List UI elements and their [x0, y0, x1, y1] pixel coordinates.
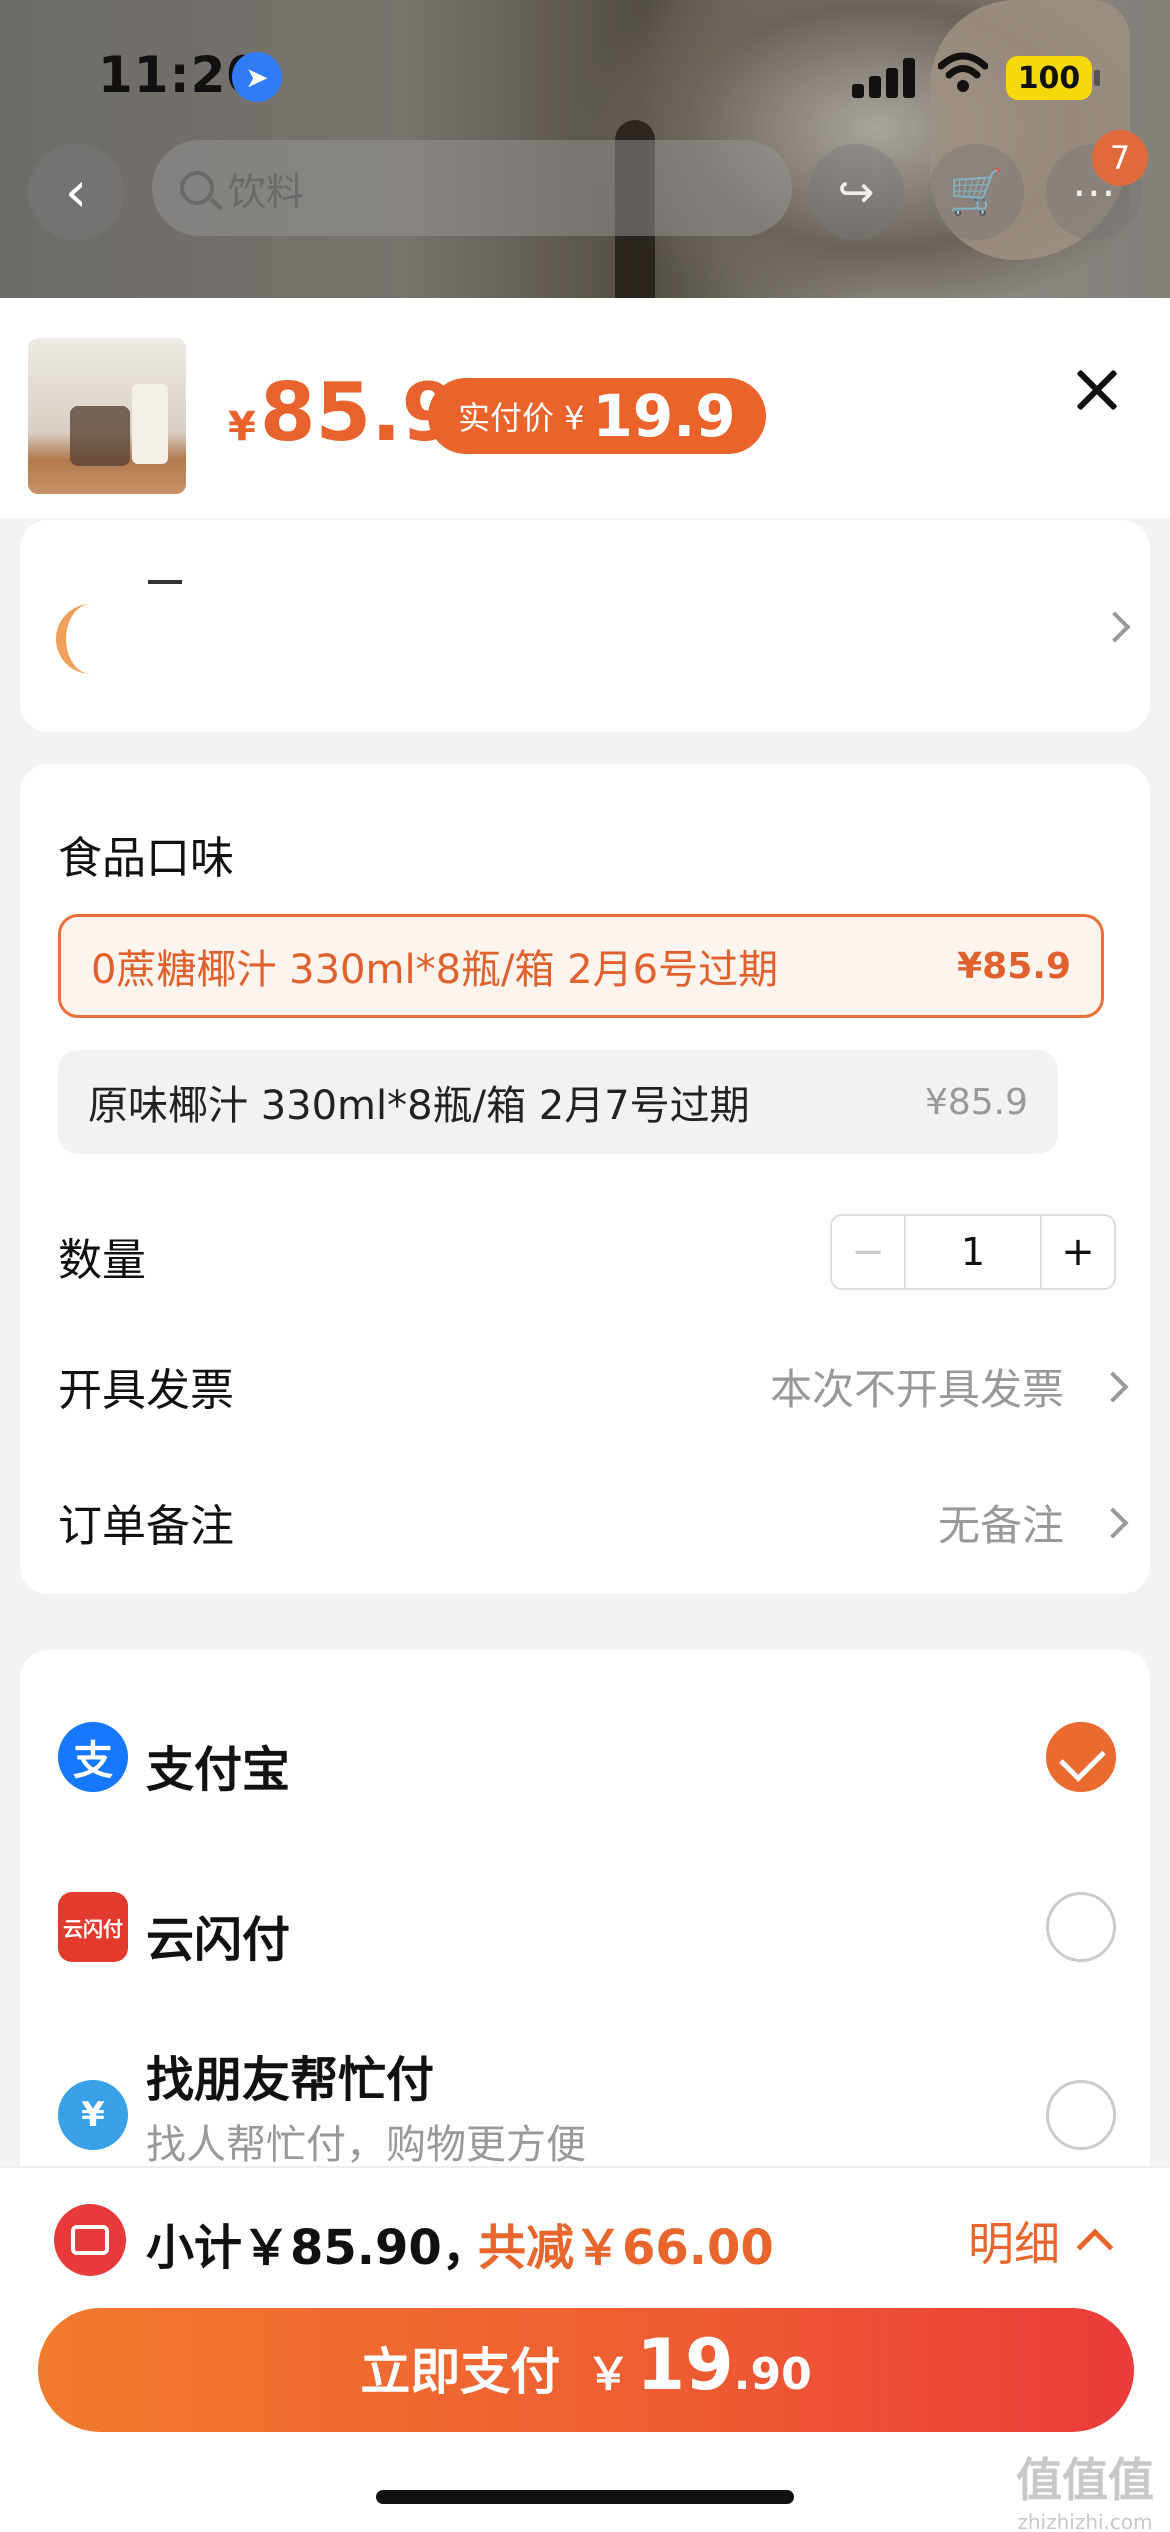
- remark-value: 无备注: [937, 1501, 1064, 1550]
- alipay-icon: 支: [58, 1722, 128, 1792]
- payment-method-unionpay[interactable]: 云闪付 云闪付: [20, 1856, 1150, 1996]
- pay-button-label: 立即支付: [360, 2343, 561, 2401]
- quantity-minus-button[interactable]: −: [832, 1216, 906, 1288]
- address-card[interactable]: [20, 520, 1150, 732]
- payment-method-name: 支付宝: [146, 1742, 291, 1798]
- cart-button[interactable]: 🛒: [928, 144, 1024, 240]
- cart-icon: 🛒: [948, 167, 1004, 218]
- search-placeholder: 饮料: [228, 169, 305, 214]
- spec-card: 食品口味 0蔗糖椰汁 330ml*8瓶/箱 2月6号过期 ¥85.9 原味椰汁 …: [20, 764, 1150, 1594]
- spec-option-price: ¥85.9: [957, 945, 1071, 987]
- watermark-logo: 值值值: [1016, 2453, 1154, 2507]
- search-input[interactable]: 饮料: [152, 140, 792, 236]
- watermark-url: zhizhizhi.com: [1017, 2510, 1153, 2532]
- back-button[interactable]: ‹: [28, 144, 124, 240]
- coupon-icon: [54, 2204, 126, 2276]
- battery-cap: [1094, 70, 1100, 86]
- spec-option-price: ¥85.9: [924, 1081, 1028, 1123]
- close-icon[interactable]: [1066, 360, 1126, 420]
- watermark: 值值值 zhizhizhi.com: [1010, 2444, 1160, 2532]
- spec-option-selected[interactable]: 0蔗糖椰汁 330ml*8瓶/箱 2月6号过期 ¥85.9: [58, 914, 1104, 1018]
- remark-label: 订单备注: [58, 1501, 234, 1552]
- payment-method-name: 找朋友帮忙付: [146, 2052, 435, 2108]
- chevron-right-icon: [1097, 1371, 1129, 1403]
- unionpay-icon: 云闪付: [58, 1892, 128, 1962]
- thumbnail-cup: [70, 406, 130, 466]
- invoice-value: 本次不开具发票: [769, 1365, 1064, 1414]
- quantity-stepper: − 1 +: [830, 1214, 1116, 1290]
- detail-button[interactable]: 明细: [968, 2208, 1060, 2274]
- pay-button-symbol: ￥: [586, 2349, 631, 2400]
- pay-button-amount-int: 19: [636, 2324, 734, 2406]
- spec-option[interactable]: 原味椰汁 330ml*8瓶/箱 2月7号过期 ¥85.9: [58, 1050, 1058, 1154]
- chevron-right-icon: [1097, 1507, 1129, 1539]
- real-price-value: 19.9: [592, 382, 736, 450]
- real-price-badge: 实付价 ¥ 19.9: [428, 378, 766, 454]
- product-price: ¥ 85.9: [228, 366, 457, 459]
- quantity-plus-button[interactable]: +: [1040, 1216, 1114, 1288]
- status-bar: 11:20 ➤ 100: [0, 0, 1170, 150]
- chevron-up-icon[interactable]: [1076, 2228, 1114, 2266]
- product-thumbnail[interactable]: [28, 338, 186, 494]
- payment-radio-checked[interactable]: [1046, 1722, 1116, 1792]
- cellular-signal-icon: [852, 58, 916, 98]
- subtotal-text: 小计￥85.90，: [146, 2220, 490, 2276]
- share-button[interactable]: ↪: [808, 144, 904, 240]
- payment-method-name: 云闪付: [146, 1912, 291, 1968]
- payment-card: 支 支付宝 云闪付 云闪付 ¥ 找朋友帮忙付 找人帮忙付，购物更方便: [20, 1650, 1150, 2210]
- battery-indicator: 100: [1006, 56, 1092, 100]
- real-price-label: 实付价 ¥: [458, 399, 585, 437]
- background-product-page: 11:20 ➤ 100 ‹ 饮料 ↪ 🛒 ⋯ 7: [0, 0, 1170, 320]
- friend-pay-icon: ¥: [58, 2080, 128, 2150]
- spec-title: 食品口味: [58, 833, 234, 884]
- payment-radio[interactable]: [1046, 1892, 1116, 1962]
- cart-badge: 7: [1092, 130, 1148, 186]
- search-icon: [180, 171, 214, 205]
- share-icon: ↪: [837, 166, 875, 218]
- spec-option-label: 原味椰汁 330ml*8瓶/箱 2月7号过期: [88, 1083, 750, 1129]
- wifi-icon: [938, 52, 988, 92]
- checkout-footer: 小计￥85.90， 共减￥66.00 明细 立即支付 ￥ 19 .90 值值值 …: [0, 2166, 1170, 2532]
- spec-option-label: 0蔗糖椰汁 330ml*8瓶/箱 2月6号过期: [91, 947, 779, 993]
- address-text-fragment: [148, 580, 182, 584]
- quantity-value[interactable]: 1: [906, 1216, 1040, 1288]
- payment-method-sub: 找人帮忙付，购物更方便: [146, 2122, 586, 2168]
- pay-button-amount-dec: .90: [733, 2349, 812, 2400]
- chevron-right-icon: [1099, 611, 1131, 643]
- address-icon: [56, 604, 92, 674]
- discount-text: 共减￥66.00: [478, 2220, 774, 2276]
- payment-radio[interactable]: [1046, 2080, 1116, 2150]
- pay-now-button[interactable]: 立即支付 ￥ 19 .90: [38, 2308, 1134, 2432]
- invoice-label: 开具发票: [58, 1365, 234, 1416]
- sheet-header: ¥ 85.9 实付价 ¥ 19.9: [0, 298, 1170, 518]
- location-arrow-icon: ➤: [232, 52, 282, 102]
- thumbnail-jar: [132, 384, 168, 464]
- quantity-label: 数量: [58, 1235, 146, 1286]
- payment-method-alipay[interactable]: 支 支付宝: [20, 1686, 1150, 1826]
- price-symbol: ¥: [228, 404, 256, 450]
- home-indicator[interactable]: [376, 2490, 794, 2504]
